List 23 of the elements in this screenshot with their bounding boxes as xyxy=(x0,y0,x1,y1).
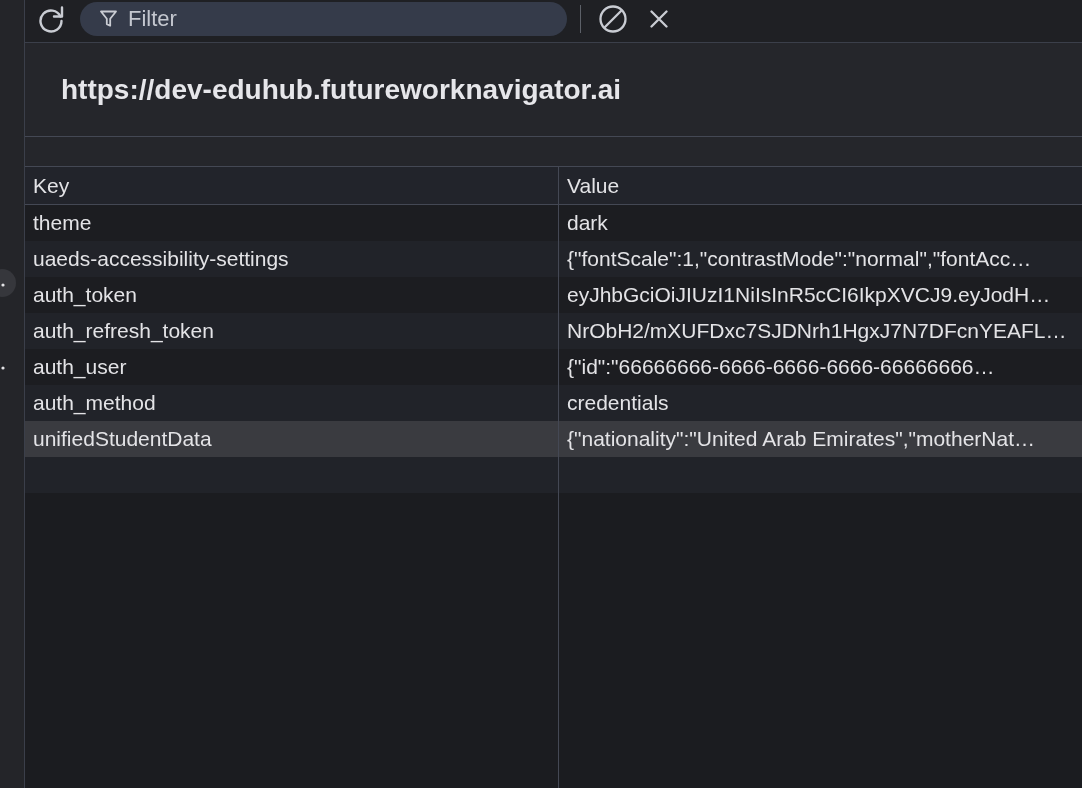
dot-icon xyxy=(1,366,5,370)
table-row[interactable]: uaeds-accessibility-settings {"fontScale":1,"contrastMode":"normal","fontAcc… xyxy=(25,241,1082,277)
value-cell-text: NrObH2/mXUFDxc7SJDNrh1HgxJ7N7DFcnYEAFL… xyxy=(566,318,1068,345)
filter-icon xyxy=(100,10,117,27)
close-button[interactable] xyxy=(650,9,668,28)
filter-field[interactable]: Filter xyxy=(80,1,567,36)
table-row[interactable]: auth_method credentials xyxy=(25,385,1082,421)
column-header[interactable]: Key xyxy=(25,167,559,204)
clear-button[interactable] xyxy=(599,4,627,33)
value-cell-text: {"nationality":"United Arab Emirates","motherNat… xyxy=(566,426,1036,453)
refresh-button[interactable] xyxy=(37,4,65,33)
value-cell-text: {"id":"66666666-6666-6666-6666-66666666… xyxy=(566,354,996,381)
value-cell-text: eyJhbGciOiJIUzI1NiIsInR5cCI6IkpXVCJ9.eyJodH… xyxy=(566,282,1052,309)
value-cell-text: dark xyxy=(566,210,609,237)
value-cell-text: credentials xyxy=(566,390,670,417)
refresh-icon xyxy=(37,4,65,33)
value-cell-text: {"fontScale":1,"contrastMode":"normal","fontAcc… xyxy=(566,246,1033,273)
clear-icon xyxy=(599,4,627,33)
origin-url: https://dev-eduhub.futureworknavigator.ai xyxy=(61,72,622,107)
table-row[interactable]: auth_refresh_token NrObH2/mXUFDxc7SJDNrh1HgxJ7N7DFcnYEAFL… xyxy=(25,313,1082,349)
column-header[interactable]: Value xyxy=(559,167,1082,204)
table-row[interactable]: unifiedStudentData {"nationality":"United Arab Emirates","motherNat… xyxy=(25,421,1082,457)
close-icon xyxy=(650,9,668,28)
